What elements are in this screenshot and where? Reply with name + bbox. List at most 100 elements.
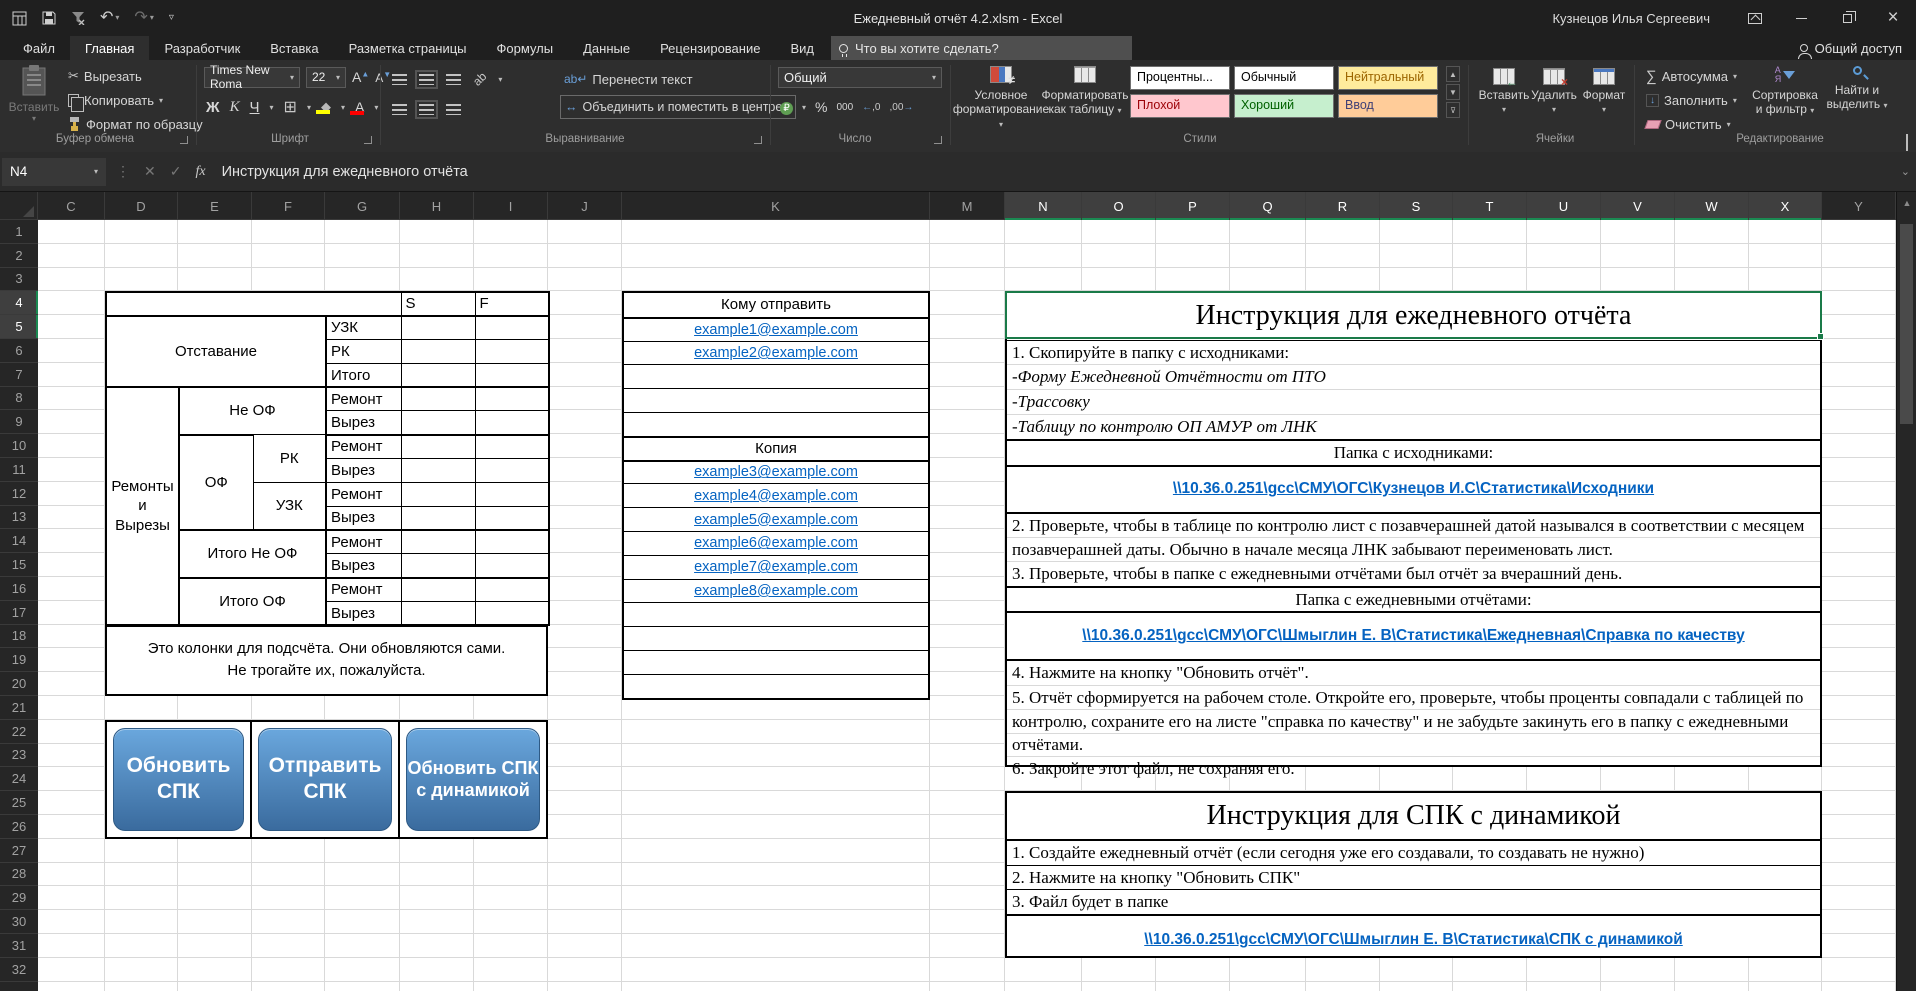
email-link[interactable]: example8@example.com [694,583,858,599]
empty-row[interactable] [624,674,928,698]
accounting-format-icon[interactable]: ₽ [780,99,793,115]
borders-dropdown-icon[interactable]: ▾ [307,103,311,112]
cut-label[interactable]: Вырез [326,459,401,483]
row-header-31[interactable]: 31 [0,934,38,958]
value-cell[interactable] [401,554,475,578]
value-cell[interactable] [401,601,475,625]
row-header-25[interactable]: 25 [0,791,38,815]
row-header-28[interactable]: 28 [0,863,38,887]
value-cell[interactable] [401,363,475,387]
tab-Разметка страницы[interactable]: Разметка страницы [334,36,482,60]
fill-button[interactable]: ↓Заполнить▾ [1642,89,1741,111]
align-top-icon[interactable] [392,74,407,85]
rk-label[interactable]: РК [326,340,401,364]
italic-button[interactable]: К [230,99,240,116]
value-cell[interactable] [401,340,475,364]
value-cell[interactable] [475,411,549,435]
value-cell[interactable] [475,340,549,364]
redo-dropdown-icon[interactable]: ▾ [150,14,154,22]
repairs-label[interactable]: Ремонты и Вырезы [106,387,179,625]
expand-formula-bar-icon[interactable]: ⌄ [1901,165,1910,178]
scrollbar-thumb[interactable] [1900,224,1913,424]
email-link[interactable]: example2@example.com [694,345,858,361]
instr1-item2[interactable]: -Трассовку [1007,390,1820,415]
clear-filter-icon[interactable] [71,11,85,25]
wrap-text-button[interactable]: ab↵Перенести текст [560,68,697,90]
instr1-step6[interactable]: 6. Закройте этот файл, не сохраняя его. [1007,757,1820,781]
value-cell[interactable] [475,316,549,340]
column-header-G[interactable]: G [325,192,400,220]
total-label[interactable]: Итого [326,363,401,387]
row-header-12[interactable]: 12 [0,482,38,506]
shrink-font-button[interactable]: А▼ [375,70,391,85]
alignment-dialog-launcher[interactable] [754,136,762,144]
decrease-decimal-icon[interactable]: ,00→ [890,102,914,113]
underline-button[interactable]: Ч [250,99,260,116]
row-header-26[interactable]: 26 [0,815,38,839]
user-name[interactable]: Кузнецов Илья Сергеевич [1552,11,1710,26]
send-spk-button[interactable]: Отправить СПК [258,728,392,831]
email-link[interactable]: example3@example.com [694,464,858,480]
email-link[interactable]: example6@example.com [694,535,858,551]
rk-sub-label[interactable]: РК [253,435,326,483]
value-cell[interactable] [475,601,549,625]
row-header-20[interactable]: 20 [0,672,38,696]
repair-label[interactable]: Ремонт [326,578,401,602]
email-link-row[interactable]: example5@example.com [624,507,928,531]
value-cell[interactable] [401,459,475,483]
font-size-combo[interactable]: 22▾ [306,67,346,88]
value-cell[interactable] [475,578,549,602]
col-f-header[interactable]: F [475,292,549,316]
align-middle-icon[interactable] [419,74,434,85]
ne-of-label[interactable]: Не ОФ [179,387,326,435]
style-Обычный[interactable]: Обычный [1234,66,1334,90]
sort-filter-button[interactable]: АЯ Сортировка и фильтр ▾ [1748,66,1822,118]
orientation-icon[interactable]: ab [470,69,489,88]
cancel-icon[interactable]: ✕ [144,163,156,180]
value-cell[interactable] [401,482,475,506]
column-header-I[interactable]: I [474,192,548,220]
email-link-row[interactable]: example1@example.com [624,317,928,341]
font-color-dropdown-icon[interactable]: ▾ [374,103,378,112]
tab-Файл[interactable]: Файл [8,36,70,60]
source-folder-link[interactable]: \\10.36.0.251\gcc\СМУ\ОГС\Кузнецов И.С\С… [1173,477,1654,501]
clear-button[interactable]: Очистить▾ [1642,113,1735,135]
column-header-V[interactable]: V [1601,192,1675,220]
tab-Разработчик[interactable]: Разработчик [149,36,255,60]
percent-style-icon[interactable]: % [815,99,827,115]
column-header-F[interactable]: F [252,192,325,220]
formula-content[interactable]: Инструкция для ежедневного отчёта [222,164,1901,180]
align-bottom-icon[interactable] [446,74,461,85]
gallery-more-icon[interactable]: ⊽ [1446,102,1460,118]
gallery-up-icon[interactable]: ▲ [1446,66,1460,82]
row-header-24[interactable]: 24 [0,767,38,791]
enter-icon[interactable]: ✓ [170,163,182,180]
repair-label[interactable]: Ремонт [326,387,401,411]
column-header-Q[interactable]: Q [1230,192,1306,220]
row-header-10[interactable]: 10 [0,434,38,458]
email-link[interactable]: example1@example.com [694,322,858,338]
style-Ввод[interactable]: Ввод [1338,94,1438,118]
name-box[interactable]: N4▾ [2,158,106,186]
qat-customize-icon[interactable]: ▿ [169,13,174,23]
empty-row[interactable] [624,364,928,388]
restore-button[interactable] [1824,0,1870,36]
empty-row[interactable] [624,388,928,412]
column-header-Y[interactable]: Y [1822,192,1896,220]
row-header-30[interactable]: 30 [0,910,38,934]
tell-me-search[interactable]: Что вы хотите сделать? [831,36,1132,60]
value-cell[interactable] [475,530,549,554]
bold-button[interactable]: Ж [206,99,220,116]
column-header-T[interactable]: T [1453,192,1527,220]
instr2-step1[interactable]: 1. Создайте ежедневный отчёт (если сегод… [1007,841,1820,866]
value-cell[interactable] [401,578,475,602]
column-header-P[interactable]: P [1156,192,1230,220]
value-cell[interactable] [401,435,475,459]
email-link-row[interactable]: example8@example.com [624,579,928,603]
total-ne-of-label[interactable]: Итого Не ОФ [179,530,326,578]
row-header-23[interactable]: 23 [0,744,38,768]
row-header-17[interactable]: 17 [0,601,38,625]
ribbon-display-options-button[interactable] [1732,0,1778,36]
instr1-daily-header[interactable]: Папка с ежедневными отчётами: [1007,588,1820,614]
email-link[interactable]: example7@example.com [694,559,858,575]
